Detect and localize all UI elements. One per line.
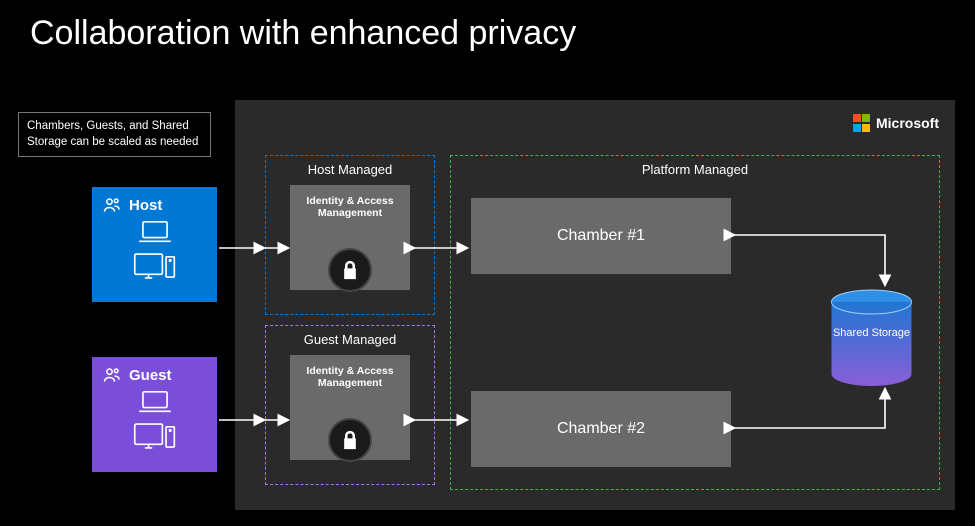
scaling-note: Chambers, Guests, and Shared Storage can… [18, 112, 211, 157]
storage-label: Shared Storage [829, 327, 914, 341]
platform-panel: Microsoft Host Managed Identity & Access… [235, 100, 955, 510]
guest-iam-box: Identity & Access Management [290, 355, 410, 460]
people-icon [102, 365, 122, 385]
people-icon [102, 195, 122, 215]
microsoft-logo-text: Microsoft [876, 115, 939, 131]
host-iam-box: Identity & Access Management [290, 185, 410, 290]
iam-label: Identity & Access Management [290, 195, 410, 219]
guest-managed-label: Guest Managed [266, 332, 434, 347]
shared-storage: Shared Storage [829, 289, 914, 387]
platform-managed-section: Platform Managed Chamber #1 Chamber #2 S… [450, 155, 940, 490]
chamber-2: Chamber #2 [471, 391, 731, 467]
lock-icon [328, 418, 372, 462]
guest-label: Guest [129, 367, 172, 384]
slide-title: Collaboration with enhanced privacy [0, 0, 975, 53]
guest-tile: Guest [92, 357, 217, 472]
microsoft-logo-icon [853, 114, 871, 132]
host-managed-section: Host Managed Identity & Access Managemen… [265, 155, 435, 315]
host-label: Host [129, 197, 162, 214]
platform-managed-label: Platform Managed [451, 162, 939, 177]
laptop-icon [136, 389, 174, 415]
microsoft-logo: Microsoft [853, 114, 940, 132]
guest-managed-section: Guest Managed Identity & Access Manageme… [265, 325, 435, 485]
lock-icon [328, 248, 372, 292]
host-managed-label: Host Managed [266, 162, 434, 177]
host-tile: Host [92, 187, 217, 302]
desktop-icon [132, 421, 178, 451]
desktop-icon [132, 251, 178, 281]
iam-label: Identity & Access Management [290, 365, 410, 389]
chamber-1: Chamber #1 [471, 198, 731, 274]
laptop-icon [136, 219, 174, 245]
